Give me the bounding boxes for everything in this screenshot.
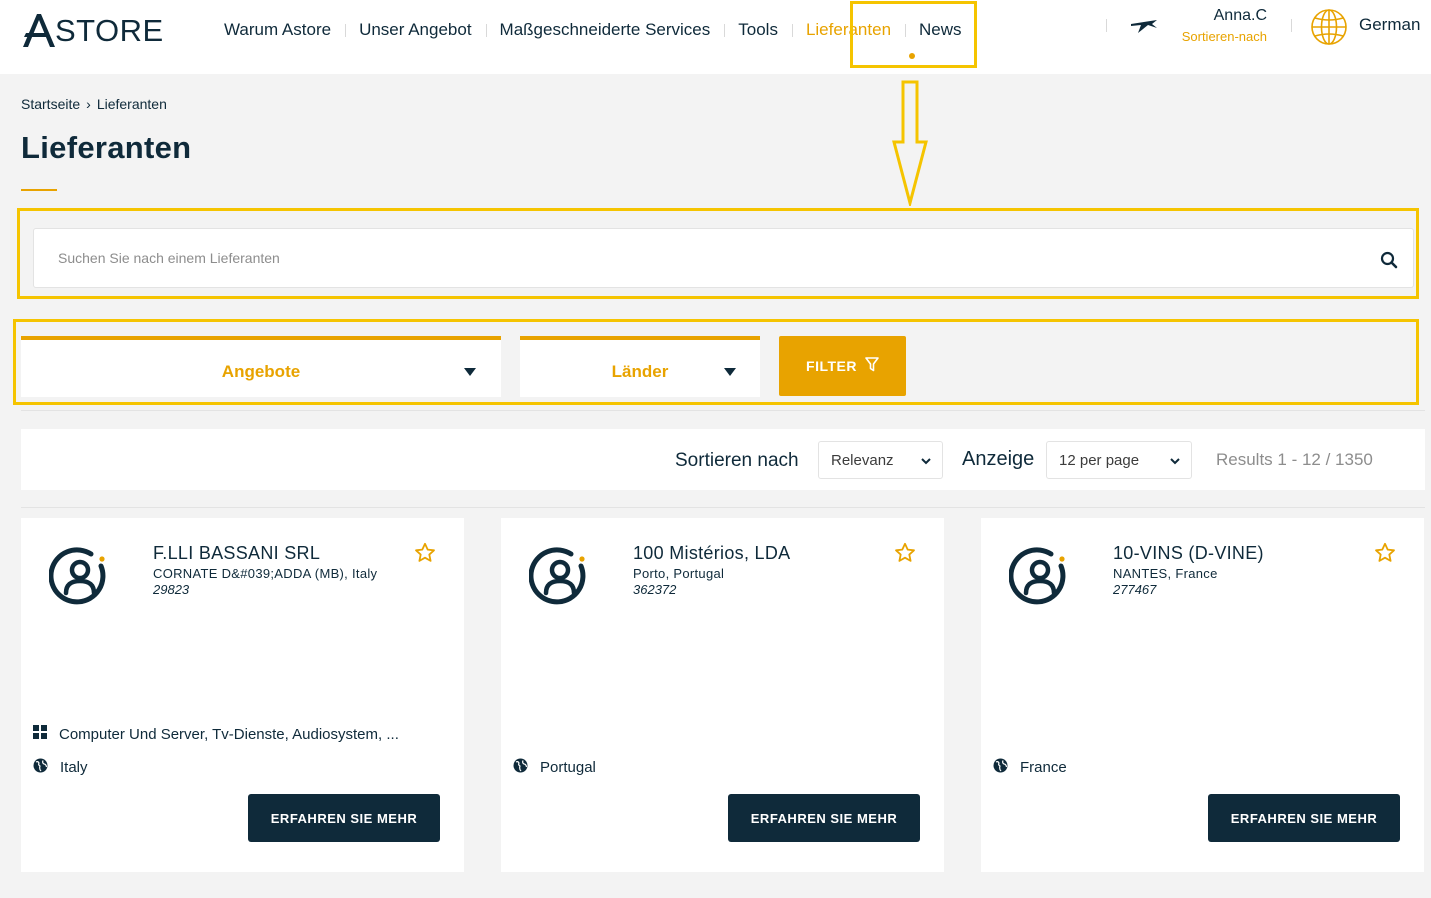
favorite-star-icon[interactable] [1374,542,1396,568]
supplier-avatar-icon [528,546,591,612]
nav-item-warum-astore[interactable]: Warum Astore [210,20,345,40]
header-divider [1106,19,1107,32]
divider [21,507,1425,508]
supplier-name[interactable]: 10-VINS (D-VINE) [1113,543,1373,564]
page-title: Lieferanten [21,130,192,165]
breadcrumb-current: Lieferanten [96,96,167,112]
supplier-avatar-icon [48,546,111,612]
search-icon[interactable] [1380,251,1398,273]
header-divider [1291,19,1292,32]
title-underline [21,189,57,191]
filter-button[interactable]: FILTER [779,336,906,396]
annotation-arrow-down-icon [892,80,928,210]
offers-dropdown[interactable]: Angebote [21,336,501,397]
supplier-id: 362372 [633,582,677,597]
search-bar [33,228,1414,288]
site-header: STORE Warum Astore Unser Angebot Maßgesc… [0,0,1431,74]
user-name[interactable]: Anna.C [1170,7,1267,25]
learn-more-button[interactable]: ERFAHREN SIE MEHR [248,794,440,842]
caret-down-icon [464,368,476,376]
supplier-location: Porto, Portugal [633,566,725,581]
supplier-name[interactable]: F.LLI BASSANI SRL [153,543,413,564]
supplier-country-text: Portugal [540,759,596,776]
chevron-down-icon [1169,454,1181,471]
countries-dropdown[interactable]: Länder [520,336,760,397]
active-indicator-dot [909,53,915,59]
supplier-country: France [993,758,1067,777]
supplier-avatar-icon [1008,546,1071,612]
learn-more-button[interactable]: ERFAHREN SIE MEHR [1208,794,1400,842]
user-subtitle: Sortieren-nach [1181,29,1267,44]
sort-label: Sortieren nach [675,450,799,471]
globe-icon[interactable] [1310,8,1348,50]
nav-item-tools[interactable]: Tools [724,20,792,40]
caret-down-icon [724,368,736,376]
sort-select-value: Relevanz [831,452,894,469]
astore-logo[interactable]: STORE [21,12,164,48]
per-page-select[interactable]: 12 per page [1046,441,1192,479]
sort-bar: Sortieren nach Relevanz Anzeige 12 per p… [21,429,1425,490]
globe-small-icon [33,758,48,777]
funnel-icon [865,357,879,375]
supplier-location: NANTES, France [1113,566,1218,581]
sort-select[interactable]: Relevanz [818,441,943,479]
divider [21,410,1425,411]
logo-text: STORE [55,13,164,48]
supplier-country-text: France [1020,759,1067,776]
nav-item-unser-angebot[interactable]: Unser Angebot [345,20,485,40]
globe-small-icon [513,758,528,777]
supplier-id: 277467 [1113,582,1157,597]
supplier-card: 10-VINS (D-VINE) NANTES, France 277467 F… [981,518,1424,872]
supplier-country: Portugal [513,758,596,777]
nav-item-services[interactable]: Maßgeschneiderte Services [485,20,725,40]
per-page-select-value: 12 per page [1059,452,1140,469]
offers-dropdown-label: Angebote [221,362,301,381]
supplier-id: 29823 [153,582,190,597]
results-count: Results 1 - 12 / 1350 [1216,450,1373,469]
breadcrumb-home[interactable]: Startseite [21,96,80,112]
grid-icon [33,725,47,743]
supplier-card: F.LLI BASSANI SRL CORNATE D&#039;ADDA (M… [21,518,464,872]
favorite-star-icon[interactable] [894,542,916,568]
supplier-location: CORNATE D&#039;ADDA (MB), Italy [153,566,378,581]
breadcrumb: Startseite › Lieferanten [21,96,167,112]
supplier-name[interactable]: 100 Mistérios, LDA [633,543,893,564]
breadcrumb-separator: › [86,96,91,112]
show-label: Anzeige [962,448,1035,470]
favorite-star-icon[interactable] [414,542,436,568]
supplier-country-text: Italy [60,759,88,776]
supplier-country: Italy [33,758,88,777]
filter-button-label: FILTER [806,358,857,374]
language-selector[interactable]: German [1359,15,1420,35]
learn-more-button[interactable]: ERFAHREN SIE MEHR [728,794,920,842]
supplier-categories-text: Computer Und Server, Tv-Dienste, Audiosy… [59,725,399,743]
chevron-down-icon [920,454,932,471]
supplier-categories: Computer Und Server, Tv-Dienste, Audiosy… [33,725,399,743]
logo-a-mark [23,14,55,47]
supplier-card: 100 Mistérios, LDA Porto, Portugal 36237… [501,518,944,872]
globe-small-icon [993,758,1008,777]
search-input[interactable] [58,247,1358,269]
